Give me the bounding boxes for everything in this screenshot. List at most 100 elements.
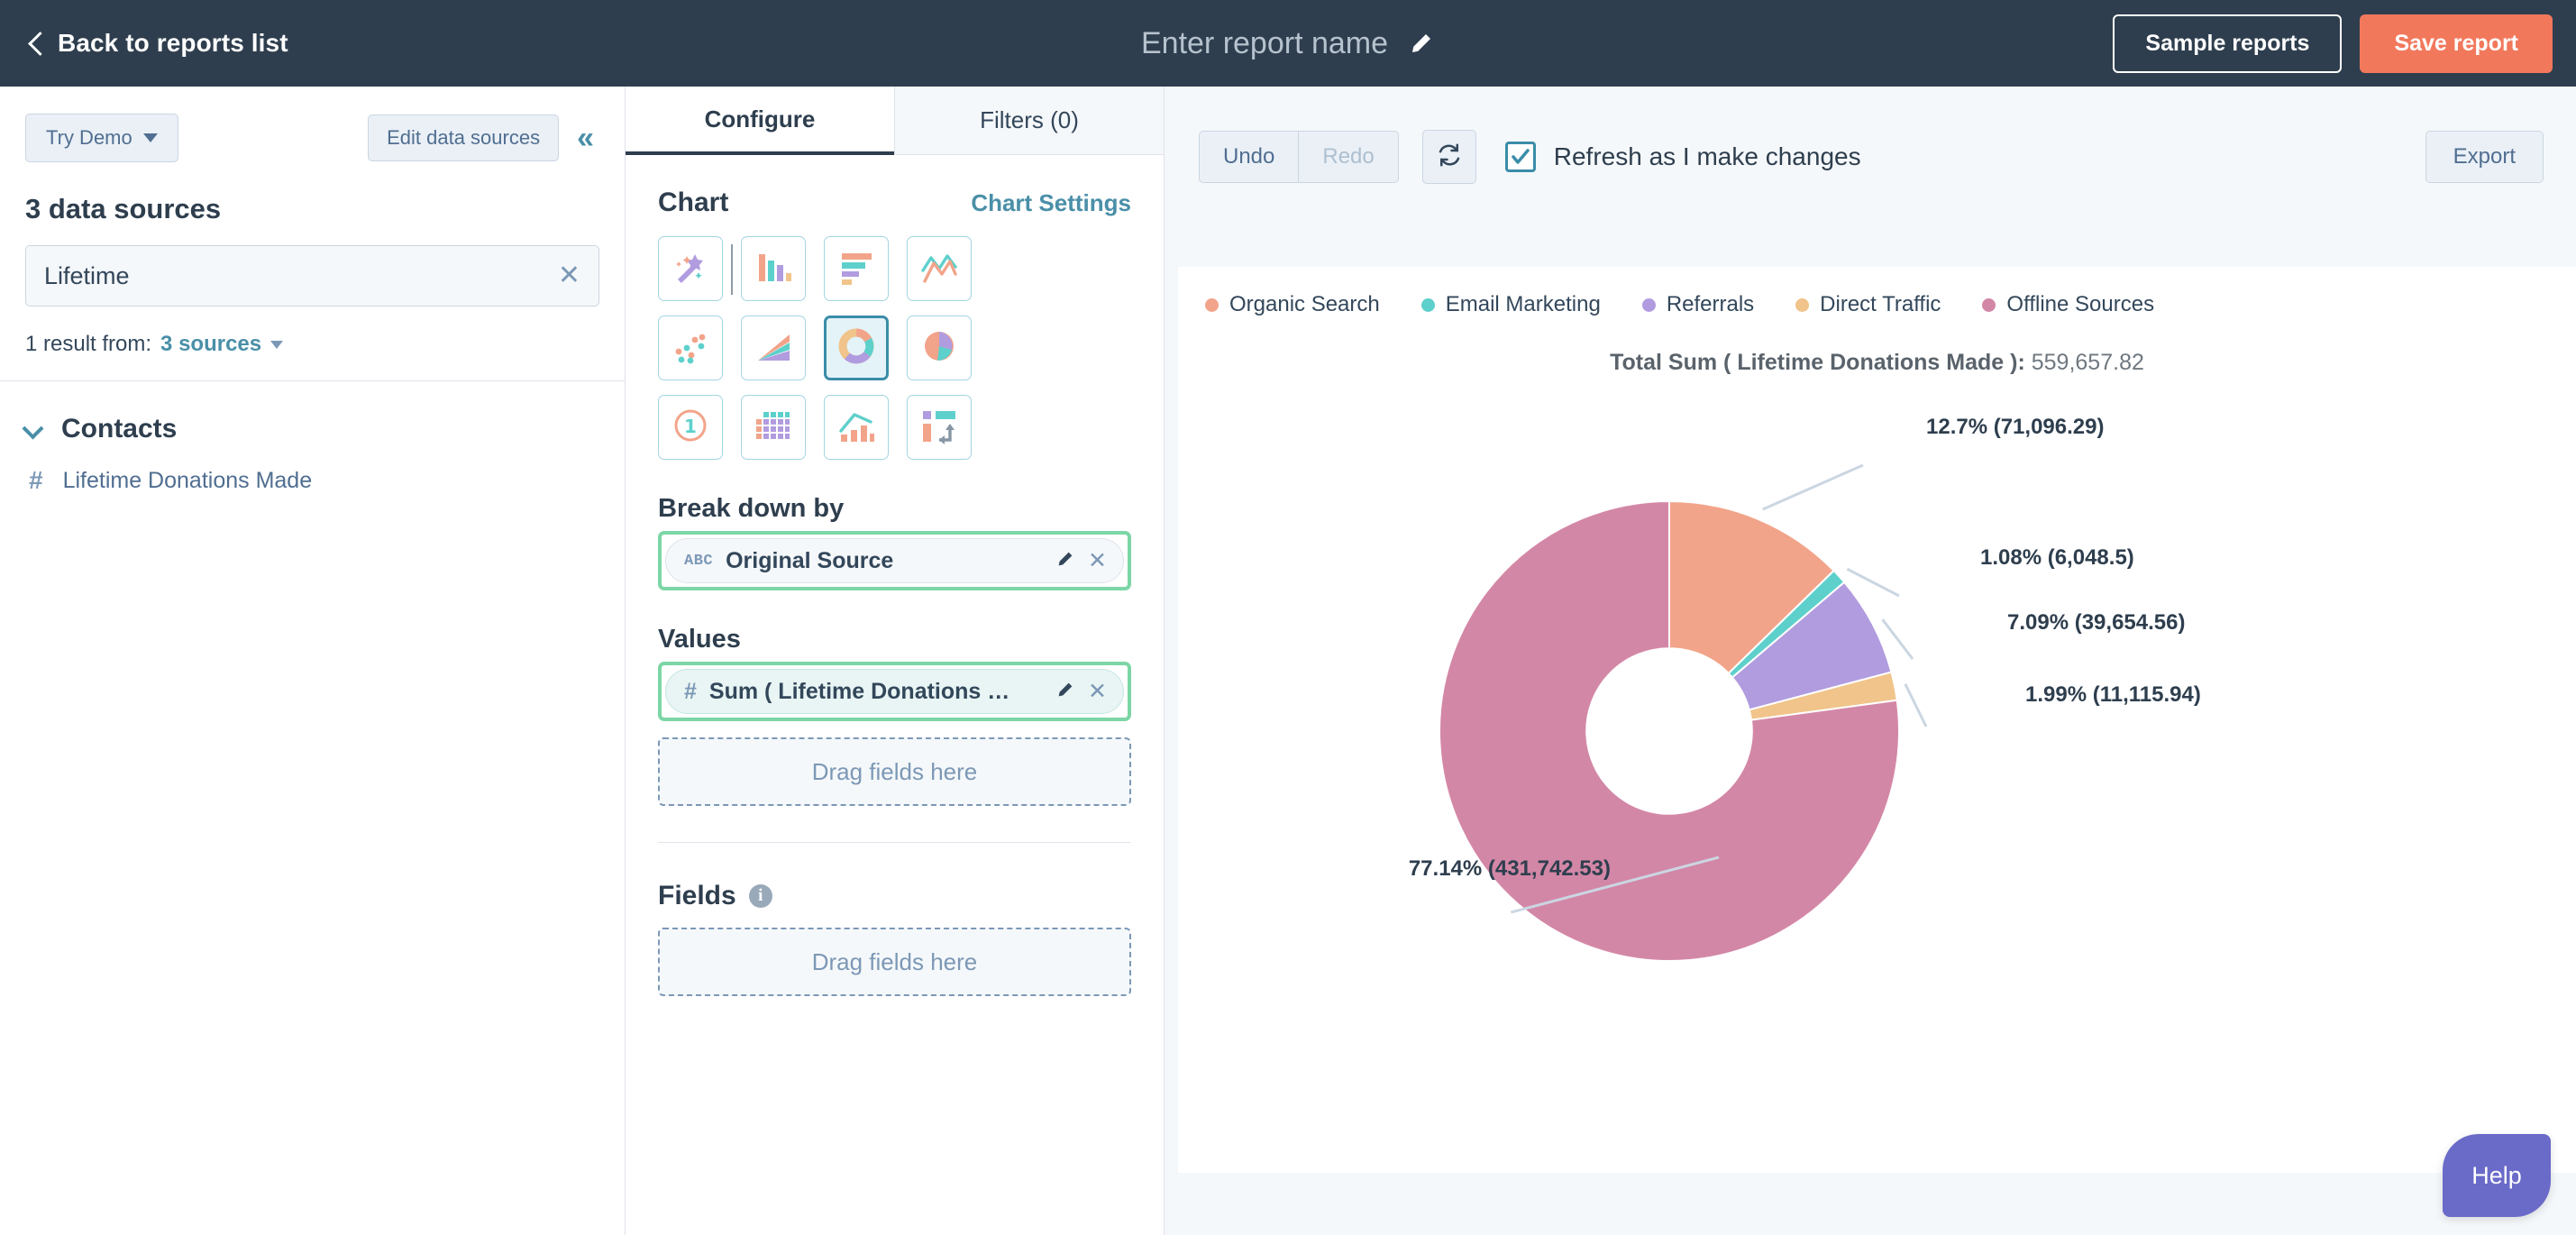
fields-section-title: Fields <box>658 881 736 910</box>
close-icon[interactable]: ✕ <box>1088 680 1110 703</box>
chart-toolbar: Undo Redo Refresh as I make changes Expo… <box>1165 87 2576 184</box>
chart-type-grid: 1 <box>658 236 1131 460</box>
legend-color-swatch <box>1982 297 1996 312</box>
chart-type-area[interactable] <box>741 316 806 380</box>
fields-section-header: Fields i <box>658 881 1131 911</box>
values-chip-sum-lifetime-donations[interactable]: # Sum ( Lifetime Donations … ✕ <box>665 669 1124 714</box>
vertical-bar-chart-icon <box>754 247 793 291</box>
chart-legend: Organic Search Email Marketing Referrals… <box>1178 267 2576 317</box>
data-sources-count: 3 data sources <box>25 193 222 224</box>
chart-type-horizontal-bar[interactable] <box>824 236 889 301</box>
leader-line <box>1904 683 1928 727</box>
edit-data-sources-button[interactable]: Edit data sources <box>368 114 560 161</box>
values-dropzone-highlight[interactable]: # Sum ( Lifetime Donations … ✕ <box>658 662 1131 721</box>
magic-wand-icon <box>671 247 710 291</box>
chevron-down-icon <box>270 340 284 349</box>
search-input[interactable] <box>44 261 549 290</box>
chart-settings-link[interactable]: Chart Settings <box>971 189 1131 217</box>
chart-type-magic-wand[interactable] <box>658 236 733 301</box>
chart-type-combo[interactable] <box>824 395 889 460</box>
refresh-icon <box>1436 142 1463 173</box>
leader-line <box>1846 567 1900 598</box>
legend-color-swatch <box>1205 297 1219 312</box>
tab-configure[interactable]: Configure <box>626 87 894 155</box>
refresh-as-i-make-changes-toggle[interactable]: Refresh as I make changes <box>1504 142 1861 172</box>
legend-item-direct-traffic[interactable]: Direct Traffic <box>1795 292 1941 317</box>
chart-type-single-value[interactable]: 1 <box>658 395 723 460</box>
chart-type-pie[interactable] <box>907 316 972 380</box>
donut-data-label: 1.99% (11,115.94) <box>2025 682 2201 707</box>
try-demo-dropdown[interactable]: Try Demo <box>25 114 178 162</box>
close-icon[interactable]: ✕ <box>1088 549 1110 572</box>
donut-data-label: 1.08% (6,048.5) <box>1980 545 2134 570</box>
chart-type-vertical-bar[interactable] <box>741 236 806 301</box>
chart-type-table[interactable] <box>741 395 806 460</box>
legend-label: Referrals <box>1666 292 1755 316</box>
leader-line <box>1881 618 1914 660</box>
breakdown-section-title: Break down by <box>658 494 845 523</box>
tab-filters[interactable]: Filters (0) <box>894 87 1164 155</box>
chart-type-line[interactable] <box>907 236 972 301</box>
refresh-button[interactable] <box>1421 130 1476 184</box>
checkbox[interactable] <box>1504 142 1536 172</box>
pencil-icon[interactable] <box>1055 680 1075 704</box>
undo-button[interactable]: Undo <box>1199 131 1300 183</box>
chart-type-donut[interactable] <box>824 316 889 380</box>
horizontal-bar-chart-icon <box>836 247 876 291</box>
legend-item-email-marketing[interactable]: Email Marketing <box>1420 292 1601 317</box>
pencil-icon[interactable] <box>1055 549 1075 573</box>
configure-tabs: Configure Filters (0) <box>626 87 1164 155</box>
chart-type-funnel-flow[interactable] <box>907 395 972 460</box>
close-icon[interactable]: ✕ <box>549 262 580 289</box>
breakdown-dropzone-highlight[interactable]: ABC Original Source ✕ <box>658 531 1131 590</box>
number-hash-icon: # <box>684 678 697 704</box>
abc-text-icon: ABC <box>684 552 714 570</box>
legend-label: Email Marketing <box>1445 292 1601 316</box>
chart-card: Organic Search Email Marketing Referrals… <box>1178 267 2576 1173</box>
data-sources-sidebar: Try Demo Edit data sources « 3 data sour… <box>0 87 626 1235</box>
values-section-title: Values <box>658 625 741 654</box>
redo-button[interactable]: Redo <box>1299 131 1399 183</box>
funnel-flow-icon <box>919 406 959 450</box>
report-name-placeholder[interactable]: Enter report name <box>1141 26 1388 61</box>
chart-type-scatter[interactable] <box>658 316 723 380</box>
donut-data-label: 12.7% (71,096.29) <box>1926 415 2104 439</box>
svg-text:1: 1 <box>684 416 697 437</box>
topbar-actions: Sample reports Save report <box>2113 0 2553 87</box>
legend-color-swatch <box>1420 297 1435 312</box>
chevron-double-left-icon[interactable]: « <box>577 123 594 153</box>
save-report-button[interactable]: Save report <box>2360 14 2553 73</box>
sidebar-group-contacts[interactable]: Contacts <box>0 381 625 444</box>
legend-item-referrals[interactable]: Referrals <box>1641 292 1755 317</box>
legend-color-swatch <box>1795 297 1810 312</box>
sample-reports-button[interactable]: Sample reports <box>2113 14 2343 73</box>
chart-preview-area: Undo Redo Refresh as I make changes Expo… <box>1165 87 2576 1235</box>
group-title: Contacts <box>61 414 178 444</box>
pencil-icon[interactable] <box>1408 30 1435 57</box>
breakdown-chip-original-source[interactable]: ABC Original Source ✕ <box>665 538 1124 583</box>
info-icon[interactable]: i <box>748 884 772 908</box>
help-button[interactable]: Help <box>2443 1134 2551 1217</box>
sidebar-field-lifetime-donations-made[interactable]: # Lifetime Donations Made <box>0 444 625 495</box>
breakdown-chip-label: Original Source <box>726 547 894 573</box>
table-grid-icon <box>754 407 792 449</box>
try-demo-label: Try Demo <box>46 126 132 149</box>
line-chart-icon <box>919 247 959 291</box>
legend-item-offline-sources[interactable]: Offline Sources <box>1982 292 2154 317</box>
legend-color-swatch <box>1641 297 1656 312</box>
pie-chart-icon <box>921 328 957 369</box>
results-prefix: 1 result from: <box>25 332 152 356</box>
sidebar-toolbar: Try Demo Edit data sources « <box>0 87 625 162</box>
single-value-icon: 1 <box>671 407 709 449</box>
back-to-reports-list-link[interactable]: Back to reports list <box>25 27 288 59</box>
leader-line <box>1762 463 1864 511</box>
values-drag-fields-dropzone[interactable]: Drag fields here <box>658 737 1131 806</box>
results-summary: 1 result from: 3 sources <box>0 306 625 381</box>
combo-chart-icon <box>836 406 876 450</box>
export-button[interactable]: Export <box>2425 131 2544 183</box>
legend-item-organic-search[interactable]: Organic Search <box>1205 292 1380 317</box>
fields-drag-fields-dropzone[interactable]: Drag fields here <box>658 928 1131 996</box>
number-hash-icon: # <box>29 466 43 494</box>
configure-panel: Configure Filters (0) Chart Chart Settin… <box>626 87 1165 1235</box>
results-sources-dropdown[interactable]: 3 sources <box>160 332 284 357</box>
